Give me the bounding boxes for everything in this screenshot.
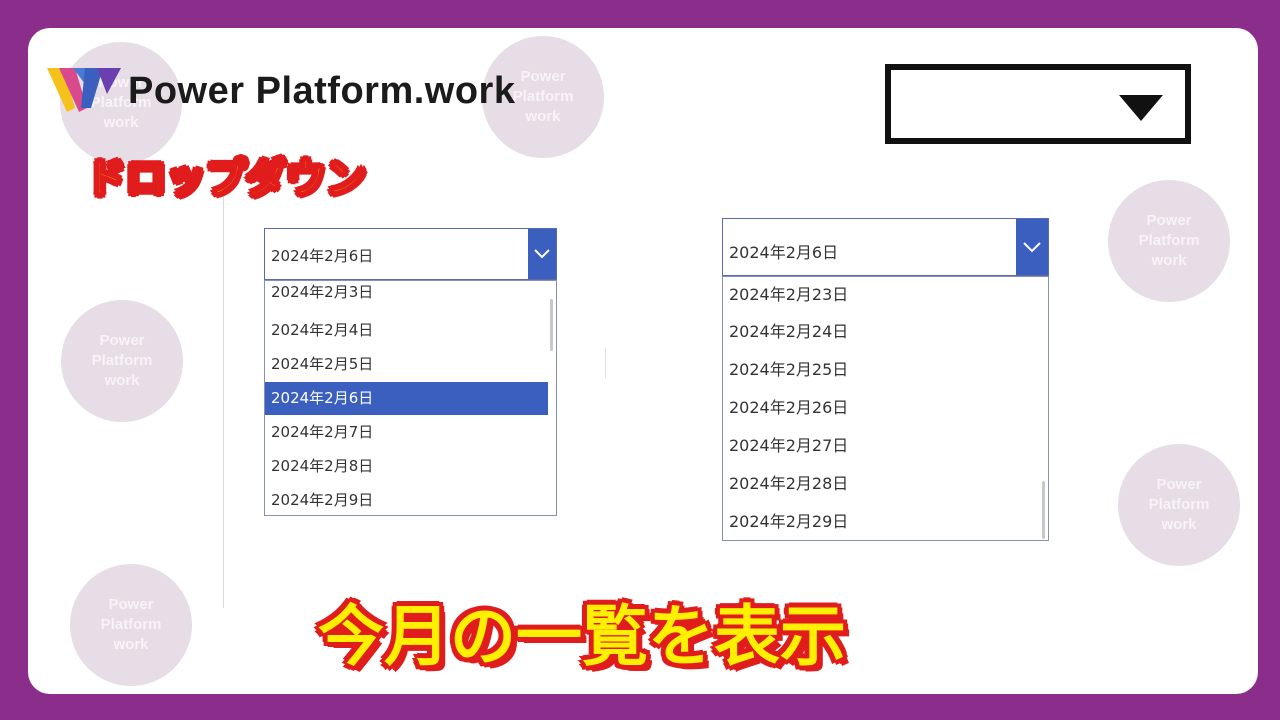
list-item[interactable]: 2024年2月26日: [723, 389, 1040, 427]
watermark-text: Power: [520, 68, 566, 85]
option-label: 2024年2月24日: [729, 322, 849, 341]
option-label: 2024年2月5日: [271, 355, 374, 373]
watermark-circle: Power Platform work: [1118, 444, 1240, 566]
option-label: 2024年2月23日: [729, 285, 849, 304]
list-item[interactable]: 2024年2月4日: [265, 314, 548, 347]
list-item[interactable]: 2024年2月27日: [723, 427, 1040, 465]
triangle-down-icon: [1119, 95, 1163, 121]
option-label: 2024年2月27日: [729, 436, 849, 455]
watermark-text: work: [113, 636, 149, 653]
chevron-down-button[interactable]: [528, 229, 556, 279]
watermark-text: Power: [108, 596, 154, 613]
list-item[interactable]: 2024年2月5日: [265, 348, 548, 381]
dropdown-illustration: [885, 64, 1191, 144]
watermark-text: Power: [1156, 476, 1202, 493]
watermark-text: Power: [99, 332, 145, 349]
dropdown-right: 2024年2月6日 2024年2月23日 2024年2月24日 2024年2月2…: [722, 218, 1049, 543]
option-label: 2024年2月8日: [271, 457, 374, 475]
topic-tag: ドロップダウン: [85, 155, 367, 203]
list-item[interactable]: 2024年2月8日: [265, 450, 548, 483]
watermark-text: Platform: [1148, 496, 1210, 513]
watermark-text: work: [103, 114, 139, 131]
caption-title: 今月の一覧を表示: [318, 598, 846, 675]
list-item[interactable]: 2024年2月9日: [265, 484, 548, 515]
watermark-text: work: [104, 372, 140, 389]
dropdown-field[interactable]: 2024年2月6日: [264, 228, 557, 280]
main-card: Power Platform work Power Platform work Powe…: [28, 28, 1258, 694]
watermark-circle: Power Platform work: [61, 300, 183, 422]
dropdown-list: 2024年2月3日 2024年2月4日 2024年2月5日 2024年2月6日 …: [264, 280, 557, 516]
option-label: 2024年2月7日: [271, 423, 374, 441]
option-label: 2024年2月29日: [729, 512, 849, 531]
list-item[interactable]: 2024年2月24日: [723, 313, 1040, 351]
dropdown-left: 2024年2月6日 2024年2月3日 2024年2月4日 2024年2月5日 …: [264, 228, 557, 518]
option-label: 2024年2月25日: [729, 360, 849, 379]
option-label: 2024年2月9日: [271, 491, 374, 509]
chevron-down-icon: [1023, 241, 1041, 252]
dropdown-value: 2024年2月6日: [271, 247, 374, 265]
option-label: 2024年2月6日: [271, 389, 374, 407]
watermark-circle: Power Platform work: [70, 564, 192, 686]
brand-logo-icon: [47, 68, 121, 112]
watermark-text: Platform: [91, 352, 153, 369]
chevron-down-button[interactable]: [1016, 219, 1048, 275]
watermark-text: work: [525, 108, 561, 125]
list-item[interactable]: 2024年2月28日: [723, 465, 1040, 503]
scrollbar-thumb[interactable]: [550, 299, 553, 351]
watermark-text: Platform: [100, 616, 162, 633]
dropdown-field[interactable]: 2024年2月6日: [722, 218, 1049, 276]
watermark-text: work: [1161, 516, 1197, 533]
option-label: 2024年2月28日: [729, 474, 849, 493]
scrollbar-thumb[interactable]: [1042, 481, 1045, 539]
list-item[interactable]: 2024年2月25日: [723, 351, 1040, 389]
list-item[interactable]: 2024年2月7日: [265, 416, 548, 449]
list-item[interactable]: 2024年2月29日: [723, 503, 1040, 540]
list-item[interactable]: 2024年2月3日: [265, 281, 548, 314]
divider: [223, 188, 224, 608]
divider: [605, 348, 606, 378]
list-item-selected[interactable]: 2024年2月6日: [265, 382, 548, 415]
brand-name: Power Platform.work: [128, 70, 516, 112]
dropdown-list: 2024年2月23日 2024年2月24日 2024年2月25日 2024年2月…: [722, 276, 1049, 541]
chevron-down-icon: [534, 249, 550, 259]
watermark-text: Power: [1146, 212, 1192, 229]
watermark-text: work: [1151, 252, 1187, 269]
watermark-text: Platform: [1138, 232, 1200, 249]
list-item[interactable]: 2024年2月23日: [723, 277, 1040, 315]
watermark-circle: Power Platform work: [1108, 180, 1230, 302]
watermark-text: Platform: [512, 88, 574, 105]
dropdown-value: 2024年2月6日: [729, 243, 839, 262]
option-label: 2024年2月26日: [729, 398, 849, 417]
option-label: 2024年2月4日: [271, 321, 374, 339]
option-label: 2024年2月3日: [271, 283, 374, 301]
